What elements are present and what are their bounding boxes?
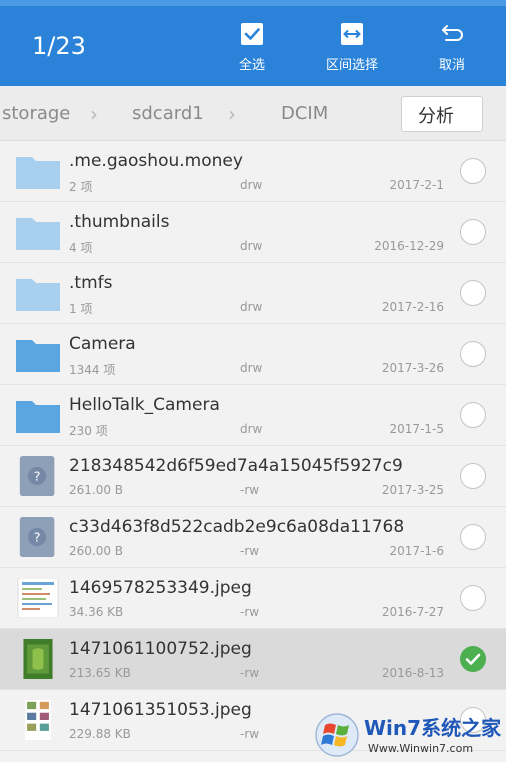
svg-text:?: ?: [34, 469, 41, 484]
file-meta: 261.00 B: [69, 483, 124, 497]
range-select-icon: [341, 23, 363, 45]
range-select-label: 区间选择: [325, 58, 378, 73]
select-all-button[interactable]: 全选: [212, 20, 292, 73]
select-checkbox[interactable]: [460, 280, 486, 306]
cancel-label: 取消: [438, 58, 465, 73]
select-checkbox[interactable]: [460, 585, 486, 611]
file-date: 2016-8-13: [381, 666, 444, 680]
svg-text:?: ?: [34, 530, 41, 545]
file-permission: drw: [240, 422, 263, 436]
crumb-dcim[interactable]: DCIM: [281, 103, 328, 124]
image-thumbnail-icon: [16, 639, 60, 679]
analyze-label: 分析: [418, 106, 454, 127]
file-date: 2017-2-1: [389, 178, 444, 192]
status-strip: [0, 0, 506, 6]
top-action-bar: 1/23 全选 区间选择 取消: [0, 0, 506, 86]
crumb-sdcard1[interactable]: sdcard1: [132, 103, 204, 124]
file-meta: 1 项: [69, 302, 93, 316]
file-permission: -rw: [240, 544, 260, 558]
file-date: 2017-1-6: [389, 544, 444, 558]
windows-logo-icon: [315, 713, 359, 757]
file-row[interactable]: HelloTalk_Camera 230 项 drw 2017-1-5: [0, 385, 506, 446]
file-name: 1471061351053.jpeg: [69, 700, 252, 720]
select-checkbox[interactable]: [460, 402, 486, 428]
folder-icon: [16, 151, 60, 191]
folder-icon: [16, 273, 60, 313]
file-row[interactable]: .me.gaoshou.money 2 项 drw 2017-2-1: [0, 141, 506, 202]
select-checkbox[interactable]: [460, 341, 486, 367]
selection-counter: 1/23: [32, 32, 86, 60]
watermark-logo: Win7系统之家 Www.Winwin7.com: [310, 706, 506, 762]
file-row[interactable]: .thumbnails 4 项 drw 2016-12-29: [0, 202, 506, 263]
file-row[interactable]: 1471061100752.jpeg 213.65 KB -rw 2016-8-13: [0, 629, 506, 690]
file-name: .thumbnails: [69, 212, 170, 232]
file-name: .me.gaoshou.money: [69, 151, 243, 171]
file-name: .tmfs: [69, 273, 113, 293]
file-date: 2017-3-26: [381, 361, 444, 375]
file-name: Camera: [69, 334, 136, 354]
watermark-brand: Win7系统之家: [364, 716, 502, 740]
file-permission: -rw: [240, 605, 260, 619]
file-row[interactable]: Camera 1344 项 drw 2017-3-26: [0, 324, 506, 385]
file-meta: 229.88 KB: [69, 727, 131, 741]
folder-icon: [16, 212, 60, 252]
file-meta: 1344 项: [69, 363, 116, 377]
file-permission: drw: [240, 239, 263, 253]
checkbox-icon: [241, 23, 263, 45]
file-date: 2017-2-16: [381, 300, 444, 314]
image-thumbnail-icon: [16, 577, 60, 619]
select-checkbox[interactable]: [460, 646, 486, 672]
cancel-button[interactable]: 取消: [412, 20, 492, 73]
file-row[interactable]: ? 218348542d6f59ed7a4a15045f5927c9 261.00 …: [0, 446, 506, 507]
file-meta: 260.00 B: [69, 544, 124, 558]
folder-icon: [16, 334, 60, 374]
folder-icon: [16, 395, 60, 435]
file-permission: drw: [240, 361, 263, 375]
file-name: 1471061100752.jpeg: [69, 639, 252, 659]
chevron-right-icon: ›: [228, 102, 236, 126]
file-list: .me.gaoshou.money 2 项 drw 2017-2-1 .thumbnai…: [0, 141, 506, 762]
select-all-label: 全选: [238, 58, 265, 73]
check-icon: [465, 653, 481, 665]
analyze-button[interactable]: 分析: [401, 96, 483, 132]
file-date: 2017-1-5: [389, 422, 444, 436]
file-permission: drw: [240, 178, 263, 192]
file-row[interactable]: .tmfs 1 项 drw 2017-2-16: [0, 263, 506, 324]
file-permission: -rw: [240, 666, 260, 680]
select-checkbox[interactable]: [460, 463, 486, 489]
file-permission: -rw: [240, 483, 260, 497]
file-name: HelloTalk_Camera: [69, 395, 220, 415]
unknown-file-icon: ?: [16, 456, 60, 496]
image-thumbnail-icon: [16, 700, 60, 740]
select-checkbox[interactable]: [460, 158, 486, 184]
file-row[interactable]: 1469578253349.jpeg 34.36 KB -rw 2016-7-27: [0, 568, 506, 629]
select-checkbox[interactable]: [460, 219, 486, 245]
watermark-url: Www.Winwin7.com: [368, 742, 474, 755]
crumb-storage[interactable]: storage: [2, 103, 70, 124]
file-name: 218348542d6f59ed7a4a15045f5927c9: [69, 456, 403, 476]
file-name: 1469578253349.jpeg: [69, 578, 252, 598]
range-select-button[interactable]: 区间选择: [312, 20, 392, 73]
select-checkbox[interactable]: [460, 524, 486, 550]
file-meta: 2 项: [69, 180, 93, 194]
file-date: 2017-3-25: [381, 483, 444, 497]
file-date: 2016-12-29: [374, 239, 444, 253]
file-permission: -rw: [240, 727, 260, 741]
back-arrow-icon: [442, 25, 463, 41]
file-row[interactable]: ? c33d463f8d522cadb2e9c6a08da11768 260.00 …: [0, 507, 506, 568]
file-meta: 230 项: [69, 424, 108, 438]
file-meta: 213.65 KB: [69, 666, 131, 680]
unknown-file-icon: ?: [16, 517, 60, 557]
file-name: c33d463f8d522cadb2e9c6a08da11768: [69, 517, 405, 537]
file-meta: 4 项: [69, 241, 93, 255]
file-date: 2016-7-27: [381, 605, 444, 619]
chevron-right-icon: ›: [90, 102, 98, 126]
file-meta: 34.36 KB: [69, 605, 124, 619]
file-permission: drw: [240, 300, 263, 314]
